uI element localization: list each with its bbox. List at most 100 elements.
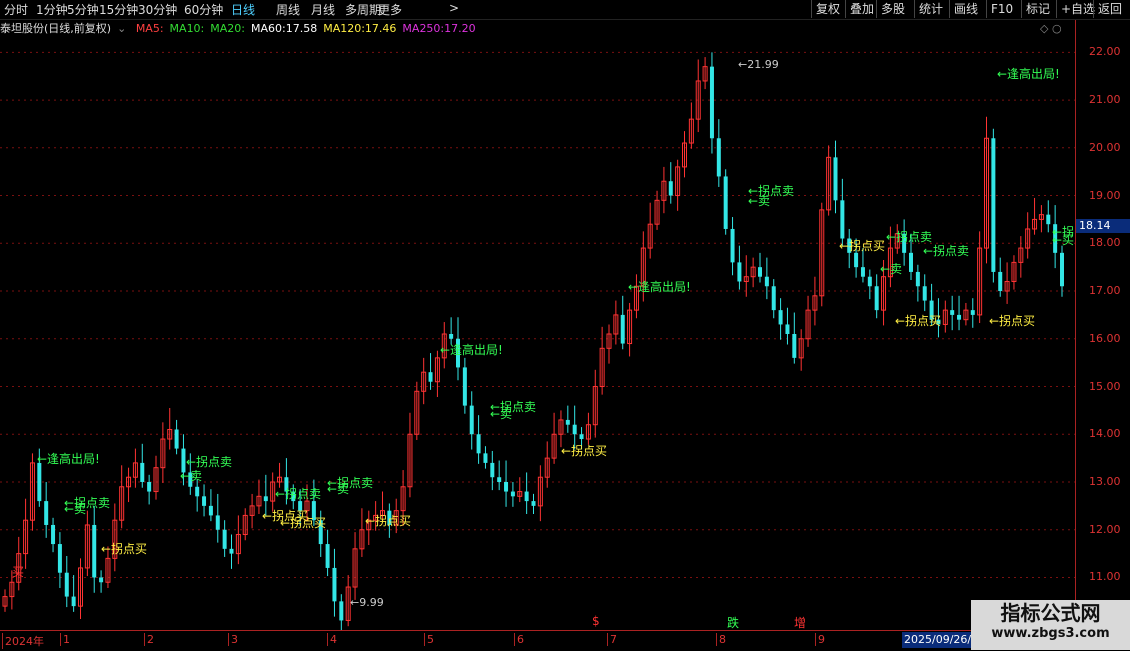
signal-label: ←逢高出局! <box>440 343 503 357</box>
x-tick-label: 2024年 <box>2 633 44 649</box>
candle-body <box>504 482 509 492</box>
candle-body <box>325 544 330 568</box>
x-tick-label: 4 <box>327 633 337 646</box>
toolbar-button-6[interactable]: 标记 <box>1021 0 1054 18</box>
signal-label: ←拐点买 <box>280 516 327 530</box>
last-price-tag: 18.14 <box>1076 219 1130 233</box>
signal-label: ←拐点买 <box>101 542 148 556</box>
ma-label-0: MA5: <box>135 22 164 35</box>
candle-body <box>51 524 56 545</box>
candle-body <box>195 486 200 497</box>
ma-label-4: MA120: <box>323 22 365 35</box>
signal-label: ←卖 <box>748 194 771 208</box>
ma-label-2: MA20: <box>210 22 245 35</box>
toolbar-button-4[interactable]: 画线 <box>949 0 982 18</box>
toolbar-button-8[interactable]: 返回 <box>1093 0 1126 18</box>
ma-legend-2: MA20: <box>210 22 245 35</box>
candle-body <box>579 434 584 440</box>
candle-body <box>229 548 234 554</box>
toolbar-button-0[interactable]: 复权 <box>811 0 844 18</box>
ma-legend-3: MA60:17.58 <box>251 22 317 35</box>
y-tick-label: 16.00 <box>1089 331 1121 345</box>
candle-body <box>263 496 268 502</box>
candle-body <box>428 372 433 382</box>
ma-label-3: MA60: <box>250 22 286 35</box>
candle-body <box>909 252 913 272</box>
period-tab-2[interactable]: 5分钟 <box>67 1 99 18</box>
y-tick-label: 17.00 <box>1089 284 1121 298</box>
candle-body <box>758 267 762 277</box>
high-price-marker: ←21.99 <box>738 58 779 71</box>
event-marker-0[interactable]: $ <box>592 614 600 628</box>
watermark-logo: 指标公式网 www.zbgs3.com <box>971 600 1130 650</box>
candle-body <box>792 334 797 358</box>
signal-label: ←逢高出局! <box>37 452 100 466</box>
x-tick-label: 6 <box>514 633 524 646</box>
more-chevron-icon[interactable]: > <box>449 1 459 15</box>
y-tick-label: 15.00 <box>1089 379 1121 393</box>
candle-body <box>99 577 104 583</box>
period-tab-9[interactable]: 多周期 <box>345 1 381 18</box>
candle-body <box>469 405 474 435</box>
kline-chart[interactable] <box>0 38 1075 630</box>
indicator-info-bar: 泰坦股份(日线,前复权) ⌄ MA5: MA10: MA20: MA60:17.58 MA… <box>0 20 1075 37</box>
candle-body <box>490 462 495 478</box>
candle-body <box>1046 214 1051 225</box>
candle-body <box>867 276 872 287</box>
candle-body <box>620 314 625 344</box>
event-marker-1[interactable]: 跌 <box>727 614 739 631</box>
stock-name[interactable]: 泰坦股份(日线,前复权) <box>0 22 111 35</box>
period-tab-3[interactable]: 15分钟 <box>99 1 138 18</box>
candle-body <box>476 434 481 454</box>
signal-label: ←拐点买 <box>561 444 608 458</box>
candle-body <box>202 496 207 506</box>
period-tab-1[interactable]: 1分钟 <box>36 1 68 18</box>
signal-label: ←卖 <box>327 482 350 496</box>
toolbar-button-5[interactable]: F10 <box>986 0 1017 18</box>
dropdown-icon[interactable]: ⌄ <box>117 22 126 35</box>
signal-label: ←拐点买 <box>839 239 886 253</box>
signal-label: ←拐点买 <box>989 314 1036 328</box>
period-tab-6[interactable]: 日线 <box>231 1 255 18</box>
signal-label: ←拐点买 <box>895 314 942 328</box>
ma-legend-5: MA250:17.20 <box>402 22 475 35</box>
event-marker-2[interactable]: 增 <box>794 614 806 631</box>
signal-label: ←拐点卖 <box>275 487 322 501</box>
candle-body <box>1060 252 1064 287</box>
candle-body <box>497 477 502 482</box>
y-tick-label: 21.00 <box>1089 93 1121 107</box>
signal-label: 买 <box>12 565 25 579</box>
candle-body <box>737 262 742 282</box>
toolbar-button-2[interactable]: 多股 <box>876 0 909 18</box>
period-tab-5[interactable]: 60分钟 <box>184 1 223 18</box>
candle-body <box>970 310 975 315</box>
candle-body <box>957 314 962 320</box>
period-tab-10[interactable]: 更多 <box>378 1 402 18</box>
chart-settings-icon[interactable]: ◇ ○ <box>1040 20 1062 37</box>
period-tab-7[interactable]: 周线 <box>276 1 300 18</box>
period-tab-4[interactable]: 30分钟 <box>138 1 177 18</box>
candle-body <box>44 501 49 525</box>
candle-body <box>860 267 865 277</box>
period-tab-8[interactable]: 月线 <box>311 1 335 18</box>
candle-body <box>840 200 845 239</box>
signal-label: ←买 <box>1052 233 1075 247</box>
y-tick-label: 20.00 <box>1089 140 1121 154</box>
toolbar-button-1[interactable]: 叠加 <box>845 0 878 18</box>
candle-body <box>668 181 673 196</box>
y-tick-label: 19.00 <box>1089 188 1121 202</box>
y-tick-label: 12.00 <box>1089 522 1121 536</box>
toolbar-button-3[interactable]: 统计 <box>914 0 947 18</box>
candle-body <box>462 367 467 406</box>
x-tick-label: 1 <box>60 633 70 646</box>
ma-label-5: MA250: <box>402 22 445 35</box>
candle-body <box>174 429 179 449</box>
x-tick-label: 2 <box>144 633 154 646</box>
ma-legend-1: MA10: <box>170 22 205 35</box>
candle-body <box>998 271 1003 292</box>
y-tick-label: 14.00 <box>1089 427 1121 441</box>
period-tab-0[interactable]: 分时 <box>4 1 28 18</box>
signal-label: ←卖 <box>490 407 513 421</box>
x-tick-label: 3 <box>228 633 238 646</box>
candle-body <box>778 310 783 325</box>
